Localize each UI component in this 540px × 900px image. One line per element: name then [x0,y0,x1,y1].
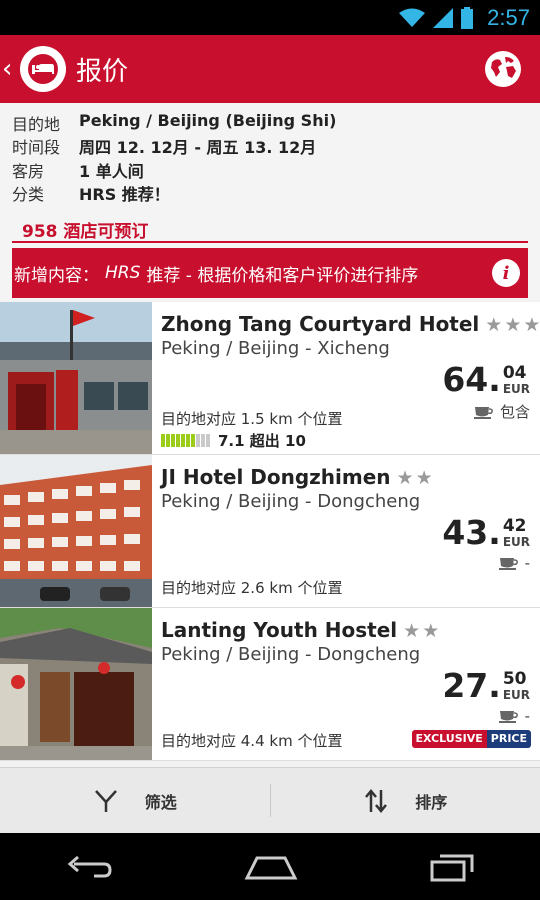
price-cents: 04 [502,363,527,383]
hotel-photo [0,302,152,454]
breakfast-info: 包含 [473,401,530,422]
info-value: 周四 12. 12月 - 周五 13. 12月 [79,138,317,157]
signal-icon [433,7,454,28]
info-value: HRS 推荐！ [79,185,170,204]
hotel-list-item[interactable]: JI Hotel Dongzhimen ★★ Peking / Beijing -… [0,455,540,608]
badge-exclusive: EXCLUSIVE [411,730,487,748]
hrs-bed-logo[interactable] [20,46,66,92]
exclusive-price-badge: EXCLUSIVE PRICE [411,730,531,748]
sort-button[interactable]: 排序 [271,768,540,833]
bottom-toolbar: 筛选 排序 [0,767,540,833]
star-rating: ★★ [403,620,442,642]
status-bar: 2:57 [0,0,540,35]
coffee-cup-icon [498,558,518,570]
sort-info-banner[interactable]: 新增内容： HRS 推荐 - 根据价格和客户评价进行排序 i [12,248,528,298]
info-label: 分类 [12,185,45,204]
star-rating: ★★★ [485,314,540,336]
hotel-photo [0,608,152,760]
globe-icon[interactable] [484,50,522,88]
hotel-price: 27. 50 EUR [442,666,530,706]
hotel-location: Peking / Beijing - Xicheng [161,338,390,359]
star-rating: ★★ [396,467,435,489]
recent-apps-icon[interactable] [428,852,476,882]
breakfast-text: - [524,707,530,725]
price-currency: EUR [502,382,530,396]
back-chevron-icon[interactable]: ‹ [2,54,20,84]
info-label: 目的地 [12,115,61,134]
hotel-count: 958 酒店可预订 [22,222,149,242]
hotel-name-text: Lanting Youth Hostel [161,618,398,642]
filter-button[interactable]: 筛选 [0,768,270,833]
info-row-period: 时间段 周四 12. 12月 - 周五 13. 12月 [12,134,316,158]
hotel-name: Lanting Youth Hostel ★★ [161,618,441,642]
info-value: Peking / Beijing (Beijing Shi) [79,111,337,130]
battery-icon [461,6,474,29]
hotel-list-item[interactable]: Zhong Tang Courtyard Hotel ★★★ Peking / B… [0,302,540,455]
rating-text: 7.1 超出 10 [218,432,306,450]
breakfast-info: - [498,554,530,572]
info-icon[interactable]: i [492,259,520,287]
price-cents: 42 [502,516,527,536]
action-bar: ‹ 报价 [0,35,540,103]
coffee-cup-icon [473,406,493,419]
page-title: 报价 [76,56,129,87]
guest-rating: 7.1 超出 10 [161,430,306,451]
price-integer: 43. [442,513,501,552]
price-cents: 50 [502,669,527,689]
price-currency: EUR [502,688,530,702]
price-integer: 64. [442,360,501,399]
breakfast-text: 包含 [499,403,530,421]
hotel-price: 43. 42 EUR [442,513,530,553]
hotel-name-text: Zhong Tang Courtyard Hotel [161,312,480,336]
price-currency: EUR [502,535,530,549]
search-summary: 目的地 Peking / Beijing (Beijing Shi) 时间段 周… [0,103,540,300]
hotel-location: Peking / Beijing - Dongcheng [161,491,421,512]
breakfast-info: - [498,707,530,725]
hotel-name: Zhong Tang Courtyard Hotel ★★★ [161,312,540,336]
wifi-icon [399,8,426,27]
filter-icon [94,789,117,812]
banner-prefix: 新增内容： [14,265,99,286]
info-row-room: 客房 1 单人间 [12,158,144,182]
sort-label: 排序 [415,792,448,812]
home-icon[interactable] [243,852,299,882]
rating-bar [161,434,210,447]
hotel-list-item[interactable]: Lanting Youth Hostel ★★ Peking / Beijing … [0,608,540,761]
banner-text: 推荐 - 根据价格和客户评价进行排序 [146,265,419,286]
coffee-cup-icon [498,711,518,723]
info-row-destination: 目的地 Peking / Beijing (Beijing Shi) [12,111,336,135]
hotel-photo [0,455,152,607]
system-nav-bar [0,833,540,900]
banner-italic: HRS [105,263,141,283]
info-label: 时间段 [12,138,61,157]
filter-label: 筛选 [144,792,177,812]
back-icon[interactable] [64,852,114,882]
hotel-name-text: JI Hotel Dongzhimen [161,465,391,489]
breakfast-text: - [524,554,530,572]
hotel-name: JI Hotel Dongzhimen ★★ [161,465,435,489]
info-label: 客房 [12,162,45,181]
sort-arrows-icon [365,788,388,813]
badge-price: PRICE [486,730,531,748]
divider [12,241,528,243]
hotel-location: Peking / Beijing - Dongcheng [161,644,421,665]
hotel-price: 64. 04 EUR [442,360,530,400]
info-value: 1 单人间 [79,162,144,181]
info-row-category: 分类 HRS 推荐！ [12,181,170,205]
hotel-distance: 目的地对应 4.4 km 个位置 [161,732,343,750]
hotel-distance: 目的地对应 1.5 km 个位置 [161,410,343,428]
hotel-distance: 目的地对应 2.6 km 个位置 [161,579,343,597]
clock: 2:57 [487,4,530,30]
price-integer: 27. [442,666,501,705]
